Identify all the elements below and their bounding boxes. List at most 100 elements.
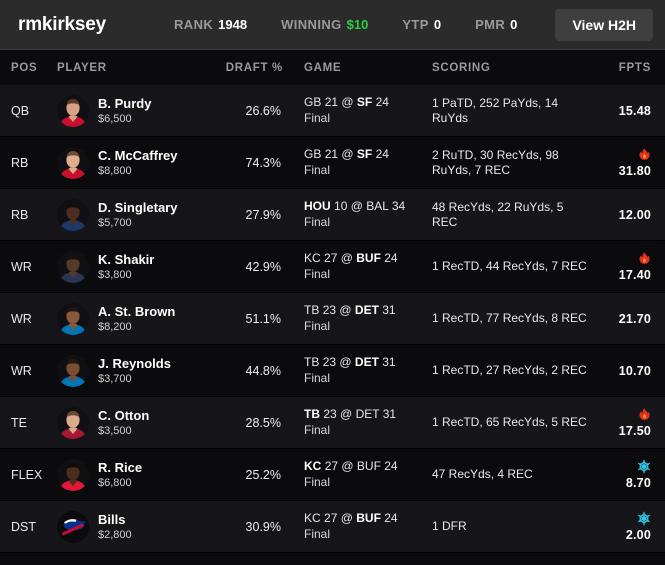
column-header-scoring: SCORING: [432, 61, 491, 74]
game-team-away: TB: [304, 303, 320, 317]
fpts-wrapper: 8.70: [591, 459, 651, 490]
account-header-bar: rmkirksey RANK 1948 WINNING $10 YTP 0 PMR 0 …: [0, 0, 665, 50]
cell-game[interactable]: KC 27 @ BUF 24 Final: [283, 511, 420, 542]
position-label: FLEX: [11, 467, 43, 482]
cell-player[interactable]: C. McCaffrey $8,800: [57, 146, 216, 179]
player-avatar: [57, 302, 89, 335]
game-score-away: 21: [324, 95, 339, 109]
player-avatar: [57, 458, 89, 491]
cell-game[interactable]: TB 23 @ DET 31 Final: [283, 407, 420, 438]
game-score-home: 24: [375, 147, 389, 161]
game-score-away: 23: [323, 407, 337, 421]
cell-draft-percent: 27.9%: [216, 206, 283, 224]
cell-player[interactable]: K. Shakir $3,800: [57, 250, 216, 283]
player-avatar: [57, 198, 89, 231]
game-score-home: 24: [384, 251, 398, 265]
game-score-home: 31: [382, 303, 396, 317]
draft-percent-value: 25.2%: [245, 467, 281, 482]
snowflake-icon: [637, 511, 651, 527]
table-row[interactable]: WR J. Reynolds $3,700 44.8% TB 23 @ DET 31 Fi…: [0, 345, 665, 397]
table-row[interactable]: FLEX R. Rice $6,800 25.2% KC 27 @ BUF 24 Fina…: [0, 449, 665, 501]
game-score-home: 24: [384, 459, 398, 473]
player-salary: $3,800: [98, 268, 132, 281]
cell-scoring: 1 DFR: [420, 519, 591, 534]
column-header-player: PLAYER: [57, 61, 107, 74]
player-name: A. St. Brown: [98, 303, 176, 319]
game-score-away: 23: [322, 355, 337, 369]
fpts-value: 12.00: [618, 207, 651, 222]
cell-fpts: 15.48: [591, 104, 665, 118]
player-salary: $2,800: [98, 528, 132, 541]
fpts-value: 31.80: [618, 164, 651, 178]
table-row[interactable]: DST Bills $2,800 30.9% KC 27 @ BUF 24 Final 1 …: [0, 501, 665, 553]
table-row[interactable]: WR A. St. Brown $8,200 51.1% TB 23 @ DET 31 F…: [0, 293, 665, 345]
cell-game[interactable]: GB 21 @ SF 24 Final: [283, 147, 420, 178]
game-score-home: 31: [382, 407, 397, 421]
player-name: R. Rice: [98, 459, 143, 475]
table-row[interactable]: RB C. McCaffrey $8,800 74.3% GB 21 @ SF 24 Fi…: [0, 137, 665, 189]
fpts-wrapper: 17.50: [591, 407, 651, 438]
table-row[interactable]: QB B. Purdy $6,500 26.6% GB 21 @ SF 24 Final 1…: [0, 85, 665, 137]
game-status: Final: [304, 371, 331, 385]
cell-game[interactable]: KC 27 @ BUF 24 Final: [283, 459, 420, 490]
game-team-away: GB: [304, 95, 322, 109]
draft-percent-value: 30.9%: [245, 519, 281, 534]
draft-percent-value: 51.1%: [245, 311, 281, 326]
cell-player[interactable]: B. Purdy $6,500: [57, 94, 216, 127]
player-avatar: [57, 250, 89, 283]
cell-draft-percent: 28.5%: [216, 414, 283, 432]
scoring-summary: 1 DFR: [432, 519, 467, 533]
player-salary: $3,700: [98, 372, 132, 385]
cell-player[interactable]: Bills $2,800: [57, 510, 216, 543]
stat-rank: RANK 1948: [174, 17, 247, 32]
cell-player[interactable]: C. Otton $3,500: [57, 406, 216, 439]
game-matchup: GB 21 @ SF 24: [304, 95, 389, 109]
flame-icon: [638, 147, 651, 163]
position-label: RB: [11, 155, 29, 170]
cell-fpts: 2.00: [591, 511, 665, 542]
game-team-away: GB: [304, 147, 322, 161]
stat-rank-value: 1948: [218, 17, 248, 32]
game-team-home: BUF: [356, 511, 381, 525]
position-label: RB: [11, 207, 29, 222]
cell-player[interactable]: R. Rice $6,800: [57, 458, 216, 491]
table-row[interactable]: TE C. Otton $3,500 28.5% TB 23 @ DET 31 Final…: [0, 397, 665, 449]
table-row[interactable]: WR K. Shakir $3,800 42.9% KC 27 @ BUF 24 Fina…: [0, 241, 665, 293]
lineup-table-body: QB B. Purdy $6,500 26.6% GB 21 @ SF 24 Final 1…: [0, 85, 665, 553]
cell-game[interactable]: TB 23 @ DET 31 Final: [283, 355, 420, 386]
cell-game[interactable]: TB 23 @ DET 31 Final: [283, 303, 420, 334]
player-avatar: [57, 354, 89, 387]
cell-draft-percent: 42.9%: [216, 258, 283, 276]
game-score-away: 10: [334, 199, 348, 213]
fpts-value: 17.40: [618, 268, 651, 282]
cell-scoring: 1 RecTD, 27 RecYds, 2 REC: [420, 363, 591, 378]
fpts-wrapper: 2.00: [591, 511, 651, 542]
cell-game[interactable]: HOU 10 @ BAL 34 Final: [283, 199, 420, 230]
cell-game[interactable]: GB 21 @ SF 24 Final: [283, 95, 420, 126]
game-matchup: GB 21 @ SF 24: [304, 147, 389, 161]
player-name: K. Shakir: [98, 251, 155, 267]
game-status: Final: [304, 475, 331, 489]
game-team-home: BUF: [356, 459, 381, 473]
table-row[interactable]: RB D. Singletary $5,700 27.9% HOU 10 @ BAL 3…: [0, 189, 665, 241]
cell-player[interactable]: A. St. Brown $8,200: [57, 302, 216, 335]
cell-game[interactable]: KC 27 @ BUF 24 Final: [283, 251, 420, 282]
game-matchup: KC 27 @ BUF 24: [304, 511, 398, 525]
cell-player[interactable]: J. Reynolds $3,700: [57, 354, 216, 387]
cell-player[interactable]: D. Singletary $5,700: [57, 198, 216, 231]
fpts-wrapper: 17.40: [591, 251, 651, 282]
position-label: DST: [11, 519, 36, 534]
stat-ytp-label: YTP: [402, 17, 429, 32]
cell-fpts: 17.40: [591, 251, 665, 282]
cell-fpts: 21.70: [591, 312, 665, 326]
player-avatar: [57, 406, 89, 439]
draft-percent-value: 74.3%: [245, 155, 281, 170]
flame-icon: [638, 407, 651, 423]
cell-fpts: 12.00: [591, 208, 665, 222]
game-matchup: TB 23 @ DET 31: [304, 355, 396, 369]
position-label: QB: [11, 103, 30, 118]
column-header-draft: DRAFT %: [225, 61, 283, 74]
game-score-home: 24: [375, 95, 389, 109]
player-info: B. Purdy $6,500: [98, 96, 151, 126]
view-h2h-button[interactable]: View H2H: [555, 8, 653, 41]
